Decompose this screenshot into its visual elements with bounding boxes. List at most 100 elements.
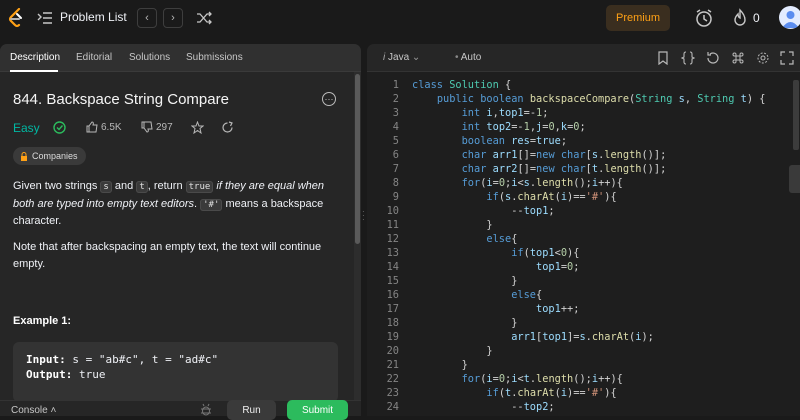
line-code: --top2;	[412, 401, 555, 413]
example-output-label: Output:	[26, 368, 73, 381]
inline-code: '#'	[200, 198, 223, 211]
code-line[interactable]: 11 }	[367, 218, 787, 232]
reset-icon[interactable]	[706, 51, 720, 65]
braces-icon[interactable]	[681, 51, 695, 65]
code-line[interactable]: 18 }	[367, 316, 787, 330]
avatar[interactable]	[779, 6, 800, 29]
problem-title: 844. Backspace String Compare	[13, 91, 229, 108]
code-line[interactable]: 6 char arr1[]=new char[s.length()];	[367, 148, 787, 162]
streak-fire-icon[interactable]	[731, 8, 749, 28]
submit-button[interactable]: Submit	[287, 400, 348, 420]
thumbs-down-icon	[141, 121, 153, 133]
chevron-left-icon: ‹	[145, 12, 149, 24]
description-scroll-thumb[interactable]	[355, 74, 360, 244]
like-button[interactable]: 6.5K	[86, 121, 122, 133]
code-line[interactable]: 2 public boolean backspaceCompare(String…	[367, 92, 787, 106]
line-code: char arr1[]=new char[s.length()];	[461, 149, 667, 161]
example-input-value: s = "ab#c", t = "ad#c"	[65, 353, 219, 366]
code-line[interactable]: 10 --top1;	[367, 204, 787, 218]
line-code: class Solution {	[412, 79, 512, 91]
favorite-star-icon[interactable]	[191, 121, 204, 134]
line-code: }	[412, 359, 468, 371]
editor-toolbar: i Java ⌄ • Auto	[367, 44, 800, 72]
tab-solutions[interactable]: Solutions	[129, 52, 170, 63]
code-line[interactable]: 8 for(i=0;i<s.length();i++){	[367, 176, 787, 190]
line-code: for(i=0;i<s.length();i++){	[461, 177, 623, 189]
code-line[interactable]: 22 for(i=0;i<t.length();i++){	[367, 372, 787, 386]
autocomplete-toggle[interactable]: • Auto	[455, 52, 481, 63]
share-icon[interactable]	[221, 121, 234, 134]
expand-icon[interactable]	[780, 51, 794, 65]
code-line[interactable]: 5 boolean res=true;	[367, 134, 787, 148]
premium-button[interactable]: Premium	[606, 5, 670, 31]
thumbs-up-icon	[86, 121, 98, 133]
code-line[interactable]: 23 if(t.charAt(i)=='#'){	[367, 386, 787, 400]
line-number: 6	[392, 149, 399, 161]
code-line[interactable]: 9 if(s.charAt(i)=='#'){	[367, 190, 787, 204]
code-line[interactable]: 12 else{	[367, 232, 787, 246]
next-problem-button[interactable]: ›	[163, 8, 183, 28]
code-area[interactable]: 1 class Solution {2 public boolean backsp…	[367, 78, 791, 416]
line-code: top1=0;	[536, 261, 580, 273]
line-code: boolean res=true;	[461, 135, 568, 147]
leetcode-logo-icon[interactable]	[8, 8, 26, 28]
companies-tag[interactable]: Companies	[13, 147, 86, 165]
language-label: Java	[388, 52, 410, 63]
code-line[interactable]: 19 arr1[top1]=s.charAt(i);	[367, 330, 787, 344]
code-line[interactable]: 13 if(top1<0){	[367, 246, 787, 260]
problem-list-icon[interactable]	[37, 10, 53, 26]
line-number: 12	[386, 233, 399, 245]
code-line[interactable]: 24 --top2;	[367, 400, 787, 414]
dot-icon: •	[455, 52, 459, 63]
line-number: 11	[386, 219, 399, 231]
shuffle-icon[interactable]	[196, 10, 212, 26]
problem-list-link[interactable]: Problem List	[60, 10, 127, 24]
example-output-value: true	[72, 368, 106, 381]
line-code: --top1;	[412, 205, 555, 217]
prev-problem-button[interactable]: ‹	[137, 8, 157, 28]
more-options-icon[interactable]: ⋯	[322, 92, 336, 106]
line-number: 1	[392, 79, 399, 91]
solved-check-icon	[53, 121, 66, 134]
language-select[interactable]: i Java ⌄	[383, 52, 420, 63]
run-button[interactable]: Run	[227, 400, 276, 420]
dislike-button[interactable]: 297	[141, 121, 173, 133]
code-line[interactable]: 1 class Solution {	[367, 78, 787, 92]
timer-icon[interactable]	[694, 8, 714, 28]
code-line[interactable]: 4 int top2=-1,j=0,k=0;	[367, 120, 787, 134]
example-output: Output: true	[26, 367, 325, 382]
line-number: 10	[386, 205, 399, 217]
example-input-label: Input:	[26, 353, 66, 366]
editor-scroll-thumb[interactable]	[793, 80, 799, 150]
top-bar: Problem List ‹ › Premium 0	[0, 0, 800, 36]
side-panel-tab[interactable]	[789, 165, 800, 193]
description-panel: Description Editorial Solutions Submissi…	[0, 44, 361, 416]
bookmark-icon[interactable]	[656, 51, 670, 65]
tab-description[interactable]: Description	[10, 52, 60, 63]
settings-gear-icon[interactable]	[756, 51, 770, 65]
active-tab-indicator	[10, 70, 58, 72]
debug-bug-icon[interactable]	[200, 403, 212, 416]
code-line[interactable]: 7 char arr2[]=new char[t.length()];	[367, 162, 787, 176]
code-line[interactable]: 20 }	[367, 344, 787, 358]
command-icon[interactable]	[731, 51, 745, 65]
code-line[interactable]: 17 top1++;	[367, 302, 787, 316]
line-code: char arr2[]=new char[t.length()];	[461, 163, 667, 175]
description-tabs: Description Editorial Solutions Submissi…	[0, 44, 361, 72]
example-title: Example 1:	[13, 315, 72, 327]
code-line[interactable]: 21 }	[367, 358, 787, 372]
dislike-count: 297	[156, 121, 173, 133]
code-line[interactable]: 15 }	[367, 274, 787, 288]
code-line[interactable]: 3 int i,top1=-1;	[367, 106, 787, 120]
line-number: 16	[386, 289, 399, 301]
code-line[interactable]: 14 top1=0;	[367, 260, 787, 274]
tab-submissions[interactable]: Submissions	[186, 52, 243, 63]
panel-resize-handle[interactable]: · · ·	[362, 208, 365, 224]
line-code: else{	[511, 289, 543, 301]
tab-editorial[interactable]: Editorial	[76, 52, 112, 63]
code-line[interactable]: 16 else{	[367, 288, 787, 302]
line-number: 7	[392, 163, 399, 175]
line-code: if(top1<0){	[511, 247, 580, 259]
console-toggle[interactable]: Console ˄	[11, 405, 56, 416]
line-code: if(t.charAt(i)=='#'){	[486, 387, 617, 399]
